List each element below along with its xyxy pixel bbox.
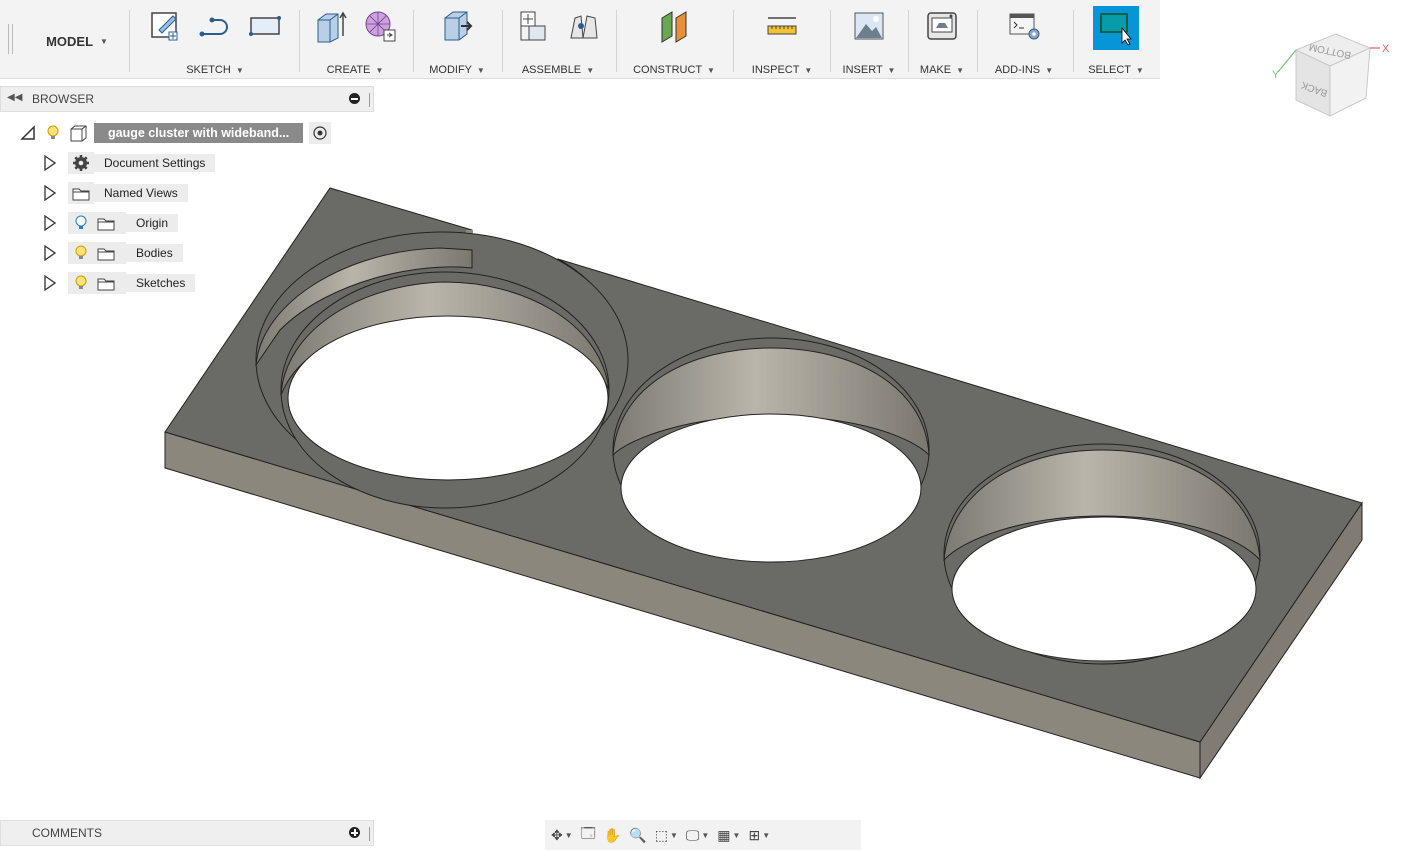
orbit-icon[interactable]: ✥ ▼ bbox=[551, 827, 573, 844]
offset-plane-icon[interactable] bbox=[654, 6, 694, 46]
axis-x-label: X bbox=[1382, 43, 1390, 55]
line-icon[interactable] bbox=[195, 6, 235, 46]
visibility-bulb-icon[interactable] bbox=[74, 274, 88, 292]
folder-icon bbox=[97, 218, 115, 231]
assemble-group: ASSEMBLE ▼ bbox=[503, 4, 613, 78]
visibility-bulb-icon[interactable] bbox=[46, 124, 60, 142]
joint-icon[interactable] bbox=[563, 6, 603, 46]
expanded-triangle-icon[interactable] bbox=[20, 125, 36, 141]
browser-root-row[interactable]: gauge cluster with wideband... bbox=[20, 122, 332, 144]
rectangle-icon[interactable] bbox=[245, 6, 285, 46]
insert-group: INSERT ▼ bbox=[831, 4, 907, 78]
browser-options-icon[interactable] bbox=[349, 93, 360, 104]
select-group: SELECT ▼ bbox=[1074, 4, 1158, 78]
collapsed-triangle-icon[interactable] bbox=[44, 245, 56, 261]
browser-item-named-views[interactable]: Named Views bbox=[44, 182, 188, 204]
root-component-label[interactable]: gauge cluster with wideband... bbox=[94, 123, 304, 143]
collapse-panel-icon[interactable]: ◀◀ bbox=[7, 92, 22, 103]
axis-y-label: Y bbox=[1272, 69, 1280, 81]
grid-settings-icon[interactable]: ▦ ▼ bbox=[717, 827, 740, 844]
3d-print-icon[interactable] bbox=[922, 6, 962, 46]
workspace-switcher[interactable]: MODEL ▼ bbox=[30, 26, 124, 56]
form-icon[interactable] bbox=[360, 6, 400, 46]
toolbar-grip[interactable] bbox=[8, 24, 13, 54]
construct-group: CONSTRUCT ▼ bbox=[617, 4, 731, 78]
folder-icon bbox=[97, 248, 115, 261]
gear-icon bbox=[68, 152, 94, 174]
extrude-icon[interactable] bbox=[310, 6, 350, 46]
modify-menu[interactable]: MODIFY ▼ bbox=[414, 64, 500, 76]
fit-icon[interactable]: ⬚ ▼ bbox=[655, 827, 678, 844]
viewports-icon[interactable]: ⊞ ▼ bbox=[748, 827, 770, 844]
folder-icon bbox=[97, 278, 115, 291]
browser-item-sketches[interactable]: Sketches bbox=[44, 272, 196, 294]
panel-resize-handle[interactable] bbox=[369, 827, 370, 841]
zoom-icon[interactable]: 🔍 bbox=[629, 827, 646, 844]
collapsed-triangle-icon[interactable] bbox=[44, 155, 56, 171]
sketch-menu[interactable]: SKETCH ▼ bbox=[132, 64, 298, 76]
construct-menu[interactable]: CONSTRUCT ▼ bbox=[617, 64, 731, 76]
scripts-addins-icon[interactable] bbox=[1004, 6, 1044, 46]
navigation-bar: ✥ ▼ 🗔 ✋ 🔍 ⬚ ▼ 🖵 ▼ ▦ ▼ ⊞ ▼ bbox=[545, 820, 861, 850]
inspect-menu[interactable]: INSPECT ▼ bbox=[734, 64, 830, 76]
browser-item-label: Origin bbox=[126, 214, 179, 232]
insert-menu[interactable]: INSERT ▼ bbox=[831, 64, 907, 76]
new-component-icon[interactable] bbox=[513, 6, 553, 46]
make-group: MAKE ▼ bbox=[909, 4, 975, 78]
select-icon[interactable] bbox=[1093, 6, 1139, 50]
assemble-menu[interactable]: ASSEMBLE ▼ bbox=[503, 64, 613, 76]
comments-panel: COMMENTS bbox=[0, 820, 374, 846]
add-ins-menu[interactable]: ADD-INS ▼ bbox=[978, 64, 1070, 76]
browser-header: ◀◀ BROWSER bbox=[0, 86, 374, 112]
add-comment-icon[interactable] bbox=[349, 827, 360, 838]
activate-component-icon[interactable] bbox=[309, 122, 332, 144]
panel-resize-handle[interactable] bbox=[369, 93, 370, 107]
folder-icon bbox=[68, 182, 94, 204]
insert-image-icon[interactable] bbox=[849, 6, 889, 46]
viewcube[interactable]: BOTTOM BACK X Y bbox=[1268, 20, 1398, 128]
browser-title: BROWSER bbox=[32, 92, 95, 106]
browser-item-document-settings[interactable]: Document Settings bbox=[44, 152, 216, 174]
toolbar-separator bbox=[129, 10, 130, 72]
browser-item-origin[interactable]: Origin bbox=[44, 212, 179, 234]
browser-item-label: Sketches bbox=[126, 274, 196, 292]
component-icon bbox=[70, 125, 87, 142]
add-ins-group: ADD-INS ▼ bbox=[978, 4, 1070, 78]
workspace-label: MODEL bbox=[46, 33, 94, 49]
collapsed-triangle-icon[interactable] bbox=[44, 275, 56, 291]
browser-item-label: Named Views bbox=[94, 184, 188, 202]
browser-item-label: Bodies bbox=[126, 244, 183, 262]
create-menu[interactable]: CREATE ▼ bbox=[300, 64, 410, 76]
select-menu[interactable]: SELECT ▼ bbox=[1074, 64, 1158, 76]
toolbar: MODEL ▼ SKETCH ▼ CREATE ▼ MODIFY ▼ ASSEM… bbox=[0, 0, 1160, 79]
look-at-icon[interactable]: 🗔 bbox=[581, 823, 596, 847]
make-menu[interactable]: MAKE ▼ bbox=[909, 64, 975, 76]
sketch-group: SKETCH ▼ bbox=[132, 4, 298, 78]
display-settings-icon[interactable]: 🖵 ▼ bbox=[686, 827, 709, 844]
visibility-bulb-off-icon[interactable] bbox=[74, 214, 88, 232]
collapsed-triangle-icon[interactable] bbox=[44, 185, 56, 201]
inspect-group: INSPECT ▼ bbox=[734, 4, 830, 78]
browser-item-bodies[interactable]: Bodies bbox=[44, 242, 183, 264]
press-pull-icon[interactable] bbox=[437, 6, 477, 46]
create-sketch-icon[interactable] bbox=[145, 6, 185, 46]
visibility-bulb-icon[interactable] bbox=[74, 244, 88, 262]
comments-title: COMMENTS bbox=[32, 826, 102, 840]
chevron-down-icon: ▼ bbox=[100, 36, 108, 46]
browser-item-label: Document Settings bbox=[94, 154, 216, 172]
collapsed-triangle-icon[interactable] bbox=[44, 215, 56, 231]
measure-icon[interactable] bbox=[762, 6, 802, 46]
pan-icon[interactable]: ✋ bbox=[604, 827, 621, 844]
create-group: CREATE ▼ bbox=[300, 4, 410, 78]
modify-group: MODIFY ▼ bbox=[414, 4, 500, 78]
